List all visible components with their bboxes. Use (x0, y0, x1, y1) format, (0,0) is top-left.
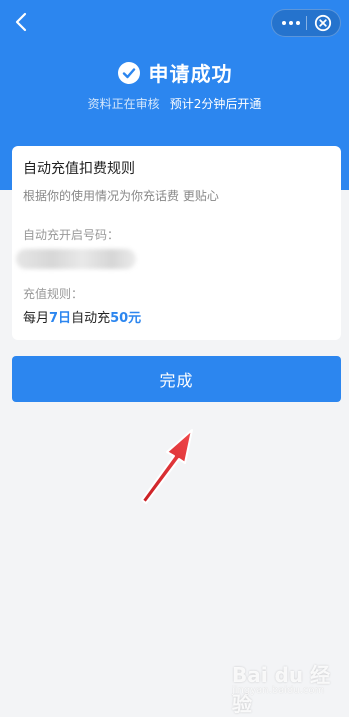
redacted-phone-number (16, 249, 136, 269)
watermark-url: jingyan.baidu.com (232, 685, 325, 696)
rule-text: 每月7日自动充50元 (23, 307, 141, 326)
rule-middle: 自动充 (71, 311, 111, 326)
card-description: 根据你的使用情况为你充话费 更贴心 (23, 189, 219, 203)
dot-icon (282, 21, 286, 25)
recharge-rule-card: 自动充值扣费规则 根据你的使用情况为你充话费 更贴心 自动充开启号码： 充值规则… (12, 146, 341, 340)
activation-eta-text: 预计2分钟后开通 (169, 97, 262, 111)
close-button[interactable] (314, 14, 332, 32)
review-status-text: 资料正在审核 (87, 97, 160, 111)
rule-day: 7日 (49, 311, 72, 326)
back-button[interactable] (10, 10, 34, 34)
more-button[interactable] (278, 14, 304, 32)
rule-label: 充值规则： (23, 287, 84, 301)
mini-program-capsule (271, 9, 341, 37)
rule-amount: 50元 (110, 311, 142, 326)
baidu-jingyan-watermark: Bai du 经验 jingyan.baidu.com (232, 655, 344, 716)
phone-number-label: 自动充开启号码： (23, 228, 120, 242)
status-subtitle: 资料正在审核 预计2分钟后开通 (0, 95, 349, 112)
check-circle-icon (117, 61, 140, 84)
close-circle-icon (314, 14, 332, 32)
card-title: 自动充值扣费规则 (23, 161, 135, 177)
capsule-divider (306, 16, 307, 30)
done-button[interactable]: 完成 (12, 356, 341, 402)
page-title: 申请成功 (148, 62, 233, 86)
rule-prefix: 每月 (23, 311, 50, 326)
success-title-row: 申请成功 (0, 58, 349, 87)
dot-icon (296, 21, 300, 25)
annotation-arrow-icon (141, 429, 193, 504)
dot-icon (289, 21, 293, 25)
chevron-left-icon (15, 12, 27, 32)
